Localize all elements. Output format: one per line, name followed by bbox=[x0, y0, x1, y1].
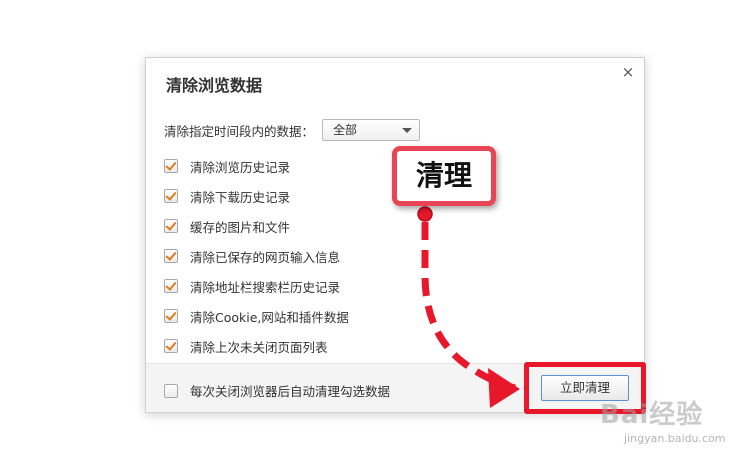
watermark-text: Bai经验 bbox=[600, 400, 704, 430]
arrow-origin-dot bbox=[417, 206, 433, 222]
watermark: Bai经验 jingyan.baidu.com bbox=[580, 394, 740, 454]
annotation-label: 清理 bbox=[392, 146, 496, 206]
page: 清除浏览数据 × 清除指定时间段内的数据： 全部 清除浏览历史记录 清除下载历史… bbox=[0, 0, 751, 474]
watermark-sub: jingyan.baidu.com bbox=[624, 432, 726, 445]
arrow-shaft bbox=[421, 222, 516, 392]
arrow-head bbox=[488, 368, 520, 408]
